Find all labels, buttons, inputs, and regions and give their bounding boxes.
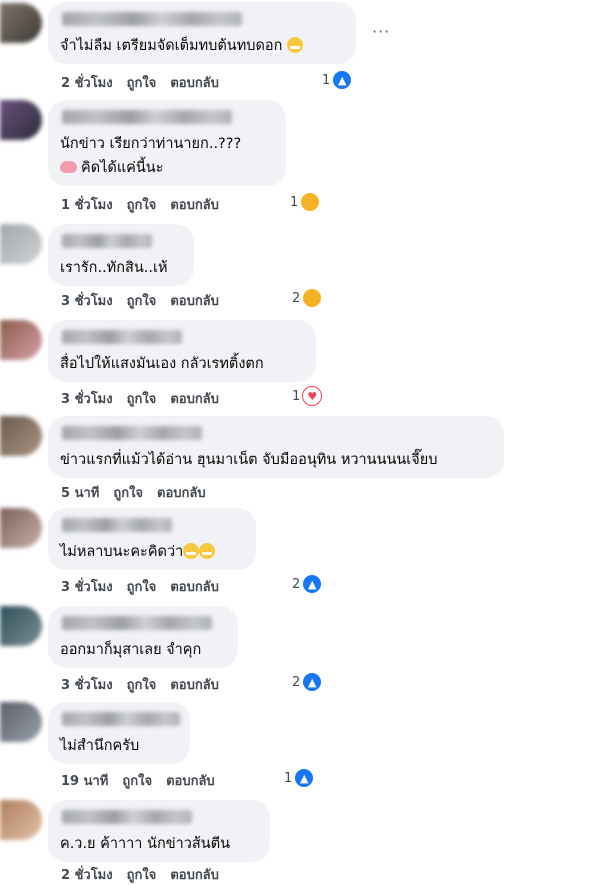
reaction-count: 2 bbox=[292, 290, 301, 306]
comment-bubble: เรารัก..ทักสิน..เห้ bbox=[48, 224, 194, 286]
comment-text: ข่าวแรกที่แม้วได้อ่าน ฮุนมาเน็ต จับมืออน… bbox=[60, 452, 438, 468]
comment-bubble: ไม่สำนึกครับ bbox=[48, 702, 190, 764]
comment-meta: 3 ชั่วโมง ถูกใจ ตอบกลับ bbox=[61, 388, 219, 409]
comment-time[interactable]: 3 ชั่วโมง bbox=[61, 576, 113, 597]
grin-emoji-icon bbox=[286, 37, 303, 53]
avatar[interactable] bbox=[0, 3, 42, 43]
avatar[interactable] bbox=[0, 508, 42, 548]
like-button[interactable]: ถูกใจ bbox=[122, 770, 152, 791]
comment-meta: 5 นาที ถูกใจ ตอบกลับ bbox=[61, 482, 206, 503]
comment-time[interactable]: 2 ชั่วโมง bbox=[61, 72, 113, 93]
comment-text: สื่อไปให้แสงมันเอง กลัวเรทติ้งตก bbox=[60, 356, 264, 372]
comment-time[interactable]: 5 นาที bbox=[61, 482, 99, 503]
haha-reaction-icon bbox=[302, 288, 323, 308]
like-button[interactable]: ถูกใจ bbox=[127, 388, 157, 409]
avatar[interactable] bbox=[0, 320, 42, 360]
commenter-name-blurred[interactable] bbox=[62, 712, 180, 726]
comment-text: ออกมาก็มุสาเลย จำคุก bbox=[60, 642, 202, 658]
comment-time[interactable]: 3 ชั่วโมง bbox=[61, 290, 113, 311]
comment-text: จำไม่ลืม เตรียมจัดเต็มทบต้นทบดอก bbox=[60, 34, 344, 58]
comment-bubble: จำไม่ลืม เตรียมจัดเต็มทบต้นทบดอก bbox=[48, 2, 356, 64]
commenter-name-blurred[interactable] bbox=[62, 616, 212, 630]
comment-text: เรารัก..ทักสิน..เห้ bbox=[60, 260, 168, 276]
comment-text: ไม่หลาบนะคะคิดว่า bbox=[60, 540, 244, 564]
comment-text: ไม่สำนึกครับ bbox=[60, 738, 140, 754]
reply-button[interactable]: ตอบกลับ bbox=[170, 674, 219, 695]
avatar[interactable] bbox=[0, 224, 42, 264]
like-reaction-icon: ▲ bbox=[302, 672, 323, 692]
comment-bubble: ออกมาก็มุสาเลย จำคุก bbox=[48, 606, 238, 668]
reply-button[interactable]: ตอบกลับ bbox=[170, 290, 219, 311]
love-reaction-icon: ♥ bbox=[302, 386, 323, 406]
comment-text-line-1: นักข่าว เรียกว่าท่านายก..??? bbox=[60, 136, 242, 152]
like-button[interactable]: ถูกใจ bbox=[127, 194, 157, 215]
commenter-name-blurred[interactable] bbox=[62, 12, 242, 26]
reaction-count: 1 bbox=[292, 388, 301, 404]
reply-button[interactable]: ตอบกลับ bbox=[170, 576, 219, 597]
comment-meta: 3 ชั่วโมง ถูกใจ ตอบกลับ bbox=[61, 674, 219, 695]
commenter-name-blurred[interactable] bbox=[62, 426, 202, 440]
comment-bubble: ข่าวแรกที่แม้วได้อ่าน ฮุนมาเน็ต จับมืออน… bbox=[48, 416, 504, 478]
reaction-summary[interactable]: 2 ▲ bbox=[292, 672, 323, 692]
comment-bubble: นักข่าว เรียกว่าท่านายก..??? คิดได้แค่นี… bbox=[48, 100, 286, 186]
comment-bubble: ค.ว.ย ค้าาาา นักข่าวส้นตีน bbox=[48, 800, 270, 862]
like-reaction-icon: ▲ bbox=[332, 70, 353, 90]
reply-button[interactable]: ตอบกลับ bbox=[170, 72, 219, 93]
comment-bubble: ไม่หลาบนะคะคิดว่า bbox=[48, 508, 256, 570]
commenter-name-blurred[interactable] bbox=[62, 330, 182, 344]
like-button[interactable]: ถูกใจ bbox=[127, 290, 157, 311]
reply-button[interactable]: ตอบกลับ bbox=[170, 194, 219, 215]
like-button[interactable]: ถูกใจ bbox=[127, 576, 157, 597]
grin-emoji-icon bbox=[199, 543, 216, 559]
reaction-summary[interactable]: 1 ▲ bbox=[322, 70, 353, 90]
reaction-count: 1 bbox=[284, 770, 293, 786]
like-button[interactable]: ถูกใจ bbox=[127, 674, 157, 695]
like-reaction-icon: ▲ bbox=[302, 574, 323, 594]
avatar[interactable] bbox=[0, 800, 42, 840]
reaction-summary[interactable]: 1 ▲ bbox=[284, 768, 315, 788]
reaction-count: 1 bbox=[290, 194, 299, 210]
comment-meta: 3 ชั่วโมง ถูกใจ ตอบกลับ bbox=[61, 576, 219, 597]
reply-button[interactable]: ตอบกลับ bbox=[170, 864, 219, 885]
comment-time[interactable]: 3 ชั่วโมง bbox=[61, 388, 113, 409]
commenter-name-blurred[interactable] bbox=[62, 518, 172, 532]
like-button[interactable]: ถูกใจ bbox=[113, 482, 143, 503]
comment-time[interactable]: 19 นาที bbox=[61, 770, 108, 791]
reaction-count: 2 bbox=[292, 576, 301, 592]
reaction-summary[interactable]: 2 bbox=[292, 288, 323, 308]
more-options-icon[interactable]: ··· bbox=[372, 22, 390, 41]
comment-meta: 3 ชั่วโมง ถูกใจ ตอบกลับ bbox=[61, 290, 219, 311]
haha-reaction-icon bbox=[300, 192, 321, 212]
comment-text-line-2: คิดได้แค่นี้นะ bbox=[60, 156, 274, 180]
comment-time[interactable]: 2 ชั่วโมง bbox=[61, 864, 113, 885]
avatar[interactable] bbox=[0, 100, 42, 140]
comment-time[interactable]: 3 ชั่วโมง bbox=[61, 674, 113, 695]
avatar[interactable] bbox=[0, 702, 42, 742]
like-button[interactable]: ถูกใจ bbox=[127, 72, 157, 93]
commenter-name-blurred[interactable] bbox=[62, 234, 152, 248]
comment-meta: 2 ชั่วโมง ถูกใจ ตอบกลับ bbox=[61, 864, 219, 885]
comment-time[interactable]: 1 ชั่วโมง bbox=[61, 194, 113, 215]
like-button[interactable]: ถูกใจ bbox=[127, 864, 157, 885]
comment-meta: 1 ชั่วโมง ถูกใจ ตอบกลับ bbox=[61, 194, 219, 215]
commenter-name-blurred[interactable] bbox=[62, 110, 232, 124]
reaction-summary[interactable]: 1 ♥ bbox=[292, 386, 323, 406]
comment-meta: 19 นาที ถูกใจ ตอบกลับ bbox=[61, 770, 215, 791]
comment-meta: 2 ชั่วโมง ถูกใจ ตอบกลับ bbox=[61, 72, 219, 93]
reaction-count: 2 bbox=[292, 674, 301, 690]
reply-button[interactable]: ตอบกลับ bbox=[170, 388, 219, 409]
comment-text: ค.ว.ย ค้าาาา นักข่าวส้นตีน bbox=[60, 836, 231, 852]
like-reaction-icon: ▲ bbox=[294, 768, 315, 788]
reaction-summary[interactable]: 2 ▲ bbox=[292, 574, 323, 594]
reply-button[interactable]: ตอบกลับ bbox=[166, 770, 215, 791]
avatar[interactable] bbox=[0, 416, 42, 456]
commenter-name-blurred[interactable] bbox=[62, 810, 192, 824]
reaction-count: 1 bbox=[322, 72, 331, 88]
brain-emoji-icon bbox=[60, 161, 77, 173]
comment-bubble: สื่อไปให้แสงมันเอง กลัวเรทติ้งตก bbox=[48, 320, 316, 382]
reaction-summary[interactable]: 1 bbox=[290, 192, 321, 212]
grin-emoji-icon bbox=[183, 543, 200, 559]
avatar[interactable] bbox=[0, 606, 42, 646]
reply-button[interactable]: ตอบกลับ bbox=[157, 482, 206, 503]
